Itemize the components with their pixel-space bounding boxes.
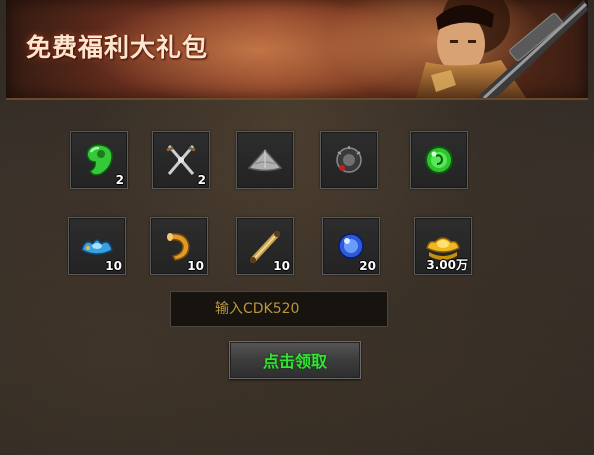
item-count: 10 <box>187 259 204 273</box>
crossed-swords-icon <box>166 145 196 175</box>
banner-title: 免费福利大礼包 <box>26 33 209 62</box>
reward-slot[interactable] <box>236 131 294 189</box>
claim-button[interactable]: 点击领取 <box>229 341 361 379</box>
green-gem-icon <box>425 146 453 174</box>
banner: 免费福利大礼包 <box>6 0 588 100</box>
reward-slot[interactable] <box>410 131 468 189</box>
item-count: 2 <box>197 173 206 187</box>
reward-slot[interactable]: 2 <box>70 131 128 189</box>
reward-slot[interactable]: 10 <box>236 217 294 275</box>
item-count: 10 <box>273 259 290 273</box>
item-count: 3.00万 <box>426 258 468 272</box>
reward-slot[interactable]: 10 <box>68 217 126 275</box>
item-count: 2 <box>115 173 124 187</box>
cdk-input[interactable] <box>170 291 388 327</box>
reward-slot[interactable]: 10 <box>150 217 208 275</box>
gift-panel: 免费福利大礼包 2 2 10 10 10 20 3.00万 输入CDK520 点… <box>0 0 594 455</box>
bamboo-hat-icon <box>247 148 283 172</box>
item-count: 10 <box>105 259 122 273</box>
reward-slot[interactable]: 2 <box>152 131 210 189</box>
dark-orb-icon <box>336 146 362 173</box>
green-jade-icon <box>86 144 113 176</box>
item-count: 20 <box>359 259 376 273</box>
reward-slot[interactable]: 3.00万 <box>414 217 472 275</box>
reward-slot[interactable] <box>320 131 378 189</box>
reward-slot[interactable]: 20 <box>322 217 380 275</box>
